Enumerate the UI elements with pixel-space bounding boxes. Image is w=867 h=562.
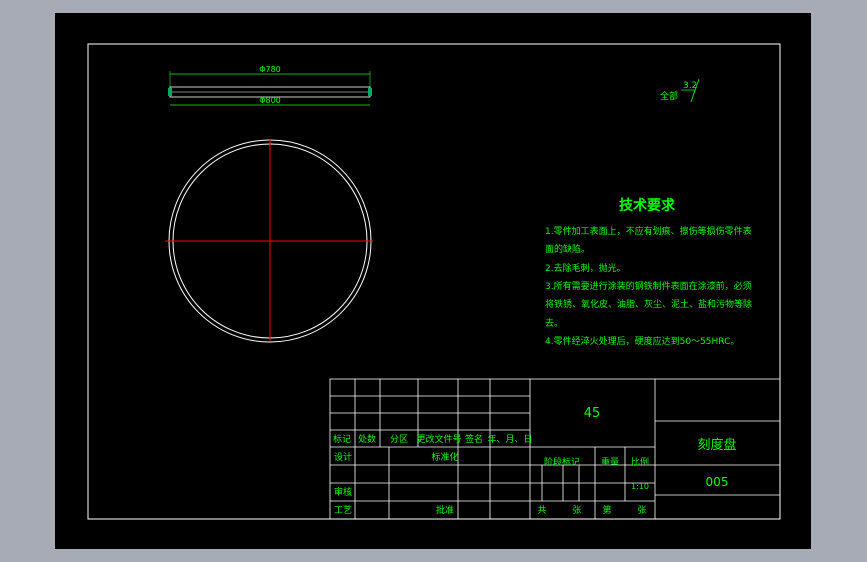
tb-count: 处数 — [358, 433, 376, 445]
tech-line-7: 4.零件经淬火处理后，硬度应达到50～55HRC。 — [545, 335, 739, 347]
ring-end-right — [368, 88, 372, 96]
tb-design: 设计 — [334, 451, 352, 463]
tech-line-5: 将铁锈、氧化皮、油脂、灰尘、泥土、盐和污物等除 — [545, 298, 752, 310]
tb-review: 审核 — [334, 486, 352, 498]
tb-signature: 签名 — [465, 433, 483, 445]
tb-process: 工艺 — [334, 505, 352, 516]
tb-stage-mark: 阶段标记 — [544, 456, 580, 468]
ring-end-left — [168, 88, 172, 96]
surface-finish-symbol: 全部 3.2 — [660, 78, 700, 103]
tb-zone: 分区 — [390, 434, 408, 445]
tb-sheet-no: 第 — [602, 504, 611, 516]
tb-material: 45 — [584, 406, 601, 421]
tb-mark: 标记 — [333, 433, 351, 445]
tb-sheets-total: 共 — [537, 505, 546, 516]
tech-line-6: 去。 — [545, 317, 563, 329]
cad-drawing: Φ780 Φ800 全部 3.2 技术要求 1.零件加工表面上，不应有划痕、擦伤… — [87, 43, 781, 520]
tb-standardize: 标准化 — [431, 451, 458, 463]
tb-scale-value: 1:10 — [631, 482, 649, 491]
ring-side-view: Φ780 Φ800 — [168, 65, 372, 106]
outer-diameter-label: Φ780 — [259, 65, 281, 74]
tb-sheet-unit2: 张 — [637, 505, 646, 516]
tech-line-1: 1.零件加工表面上，不应有划痕、擦伤等损伤零件表 — [545, 225, 752, 237]
tech-requirements: 技术要求 1.零件加工表面上，不应有划痕、擦伤等损伤零件表 面的缺陷。 2.去除… — [545, 197, 752, 347]
tb-scale: 比例 — [631, 456, 649, 468]
tech-line-2: 面的缺陷。 — [545, 243, 590, 255]
tb-approve: 批准 — [436, 504, 454, 516]
tb-part-name: 刻度盘 — [697, 437, 736, 453]
surface-finish-label: 全部 — [660, 90, 678, 102]
tech-requirements-title: 技术要求 — [619, 197, 676, 214]
tb-change-doc: 更改文件号 — [416, 433, 461, 445]
tech-line-3: 2.去除毛刺，抛光。 — [545, 262, 626, 274]
drawing-sheet: Φ780 Φ800 全部 3.2 技术要求 1.零件加工表面上，不应有划痕、擦伤… — [55, 13, 811, 549]
ring-front-view — [165, 139, 373, 343]
title-block-text: 标记 处数 分区 更改文件号 签名 年、月、日 设计 标准化 审核 工艺 批准 … — [333, 406, 737, 516]
tb-sheets-unit: 张 — [572, 505, 581, 516]
tech-line-4: 3.所有需要进行涂装的钢铁制件表面在涂漆前，必须 — [545, 280, 752, 292]
tb-drawing-no: 005 — [706, 475, 729, 489]
tb-weight: 重量 — [601, 456, 619, 468]
tb-date: 年、月、日 — [487, 433, 532, 445]
inner-diameter-label: Φ800 — [259, 96, 281, 105]
